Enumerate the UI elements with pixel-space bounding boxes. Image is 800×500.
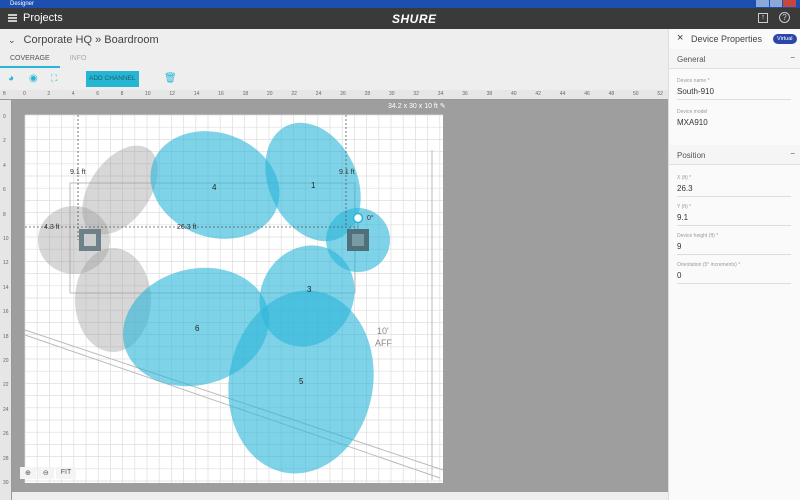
field-label: X (ft) * [677, 175, 692, 181]
panel-title: Device Properties [691, 34, 763, 44]
zoom-in-button[interactable]: ⊕ [20, 467, 36, 479]
field-label: Device name * [677, 78, 710, 84]
device-properties-panel: × Device Properties Virtual General − Dev… [668, 29, 800, 500]
field-value[interactable]: 0 [677, 271, 791, 280]
window-controls[interactable] [756, 0, 797, 7]
angle-label: 0° [367, 214, 374, 222]
dimension-label: 26.3 ft [177, 224, 197, 231]
lobe-label: 6 [195, 324, 200, 333]
ceiling-note: 10' [377, 326, 389, 336]
virtual-badge: Virtual [773, 34, 797, 44]
field-value[interactable]: 26.3 [677, 184, 791, 193]
field-label: Y (ft) * [677, 204, 692, 210]
field-label: Device height (ft) * [677, 233, 719, 239]
collapse-icon[interactable]: − [790, 149, 795, 158]
device-south-910-inner [352, 234, 364, 246]
present-icon[interactable]: ↑ [758, 13, 768, 23]
panel-header: × Device Properties Virtual [669, 29, 800, 49]
help-icon[interactable]: ? [779, 12, 790, 23]
dimension-label: 4.3 ft [44, 224, 60, 231]
lobe-label: 4 [212, 183, 217, 192]
field-value[interactable]: 9.1 [677, 213, 791, 222]
fit-button[interactable]: FIT [55, 467, 77, 479]
field-label: Device model [677, 109, 708, 115]
device-model-field: Device model MXA910 [677, 109, 791, 131]
orientation-field[interactable]: Orientation (5° increments) * 0 [677, 262, 791, 284]
close-icon[interactable]: × [677, 32, 683, 44]
lobe-label: 5 [299, 377, 304, 386]
rotation-handle[interactable] [352, 212, 364, 224]
device-name-field[interactable]: Device name * South-910 [677, 78, 791, 100]
field-value[interactable]: 9 [677, 242, 791, 251]
field-label: Orientation (5° increments) * [677, 262, 741, 268]
section-position[interactable]: Position − [669, 145, 800, 165]
x-field[interactable]: X (ft) * 26.3 [677, 175, 791, 197]
field-value[interactable]: South-910 [677, 87, 791, 96]
maximize-button[interactable] [769, 0, 783, 7]
ceiling-note: AFF [375, 338, 393, 348]
section-general-label: General [677, 55, 706, 64]
device-height-field[interactable]: Device height (ft) * 9 [677, 233, 791, 255]
y-field[interactable]: Y (ft) * 9.1 [677, 204, 791, 226]
collapse-icon[interactable]: − [790, 53, 795, 62]
section-position-label: Position [677, 151, 706, 160]
device-west-inner [84, 234, 96, 246]
lobe-label: 1 [311, 181, 316, 190]
minimize-button[interactable] [756, 0, 769, 7]
lobe-label: 3 [307, 285, 312, 294]
zoom-out-button[interactable]: ⊖ [37, 467, 54, 479]
close-window-button[interactable] [783, 0, 797, 7]
zoom-controls: ⊕ ⊖ FIT [20, 467, 77, 479]
section-general[interactable]: General − [669, 49, 800, 69]
dimension-label: 9.1 ft [70, 169, 86, 176]
coverage-overlay: 9.1 ft 9.1 ft 4.3 ft 26.3 ft 0° 4 1 3 6 … [24, 114, 444, 483]
dimension-label: 9.1 ft [339, 169, 355, 176]
field-value: MXA910 [677, 118, 708, 127]
